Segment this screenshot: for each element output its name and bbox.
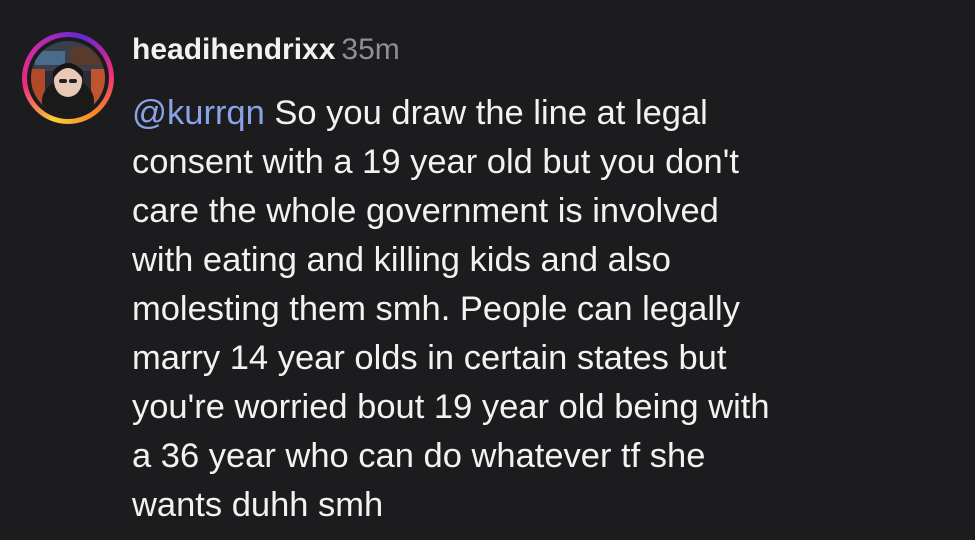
story-ring[interactable] [22, 32, 114, 124]
mention-link[interactable]: @kurrqn [132, 94, 265, 132]
comment-line: you're worried bout 19 year old being wi… [132, 388, 770, 426]
avatar[interactable] [31, 41, 105, 115]
timestamp: 35m [341, 33, 400, 66]
username[interactable]: headihendrixx [132, 33, 335, 66]
comment: headihendrixx 35m @kurrqn So you draw the… [0, 0, 975, 540]
comment-line: marry 14 year olds in certain states but [132, 339, 727, 377]
comment-line: a 36 year who can do whatever tf she [132, 437, 706, 475]
avatar-photo [31, 41, 105, 115]
comment-line: wants duhh smh [132, 486, 384, 524]
comment-line: @kurrqn So you draw the line at legal [132, 94, 708, 132]
comment-header: headihendrixx 35m [132, 30, 400, 70]
comment-line: care the whole government is involved [132, 192, 719, 230]
comment-line: with eating and killing kids and also [132, 241, 671, 279]
comment-line: consent with a 19 year old but you don't [132, 143, 739, 181]
comment-text: @kurrqn So you draw the line at legal co… [132, 89, 962, 530]
comment-line: molesting them smh. People can legally [132, 290, 740, 328]
